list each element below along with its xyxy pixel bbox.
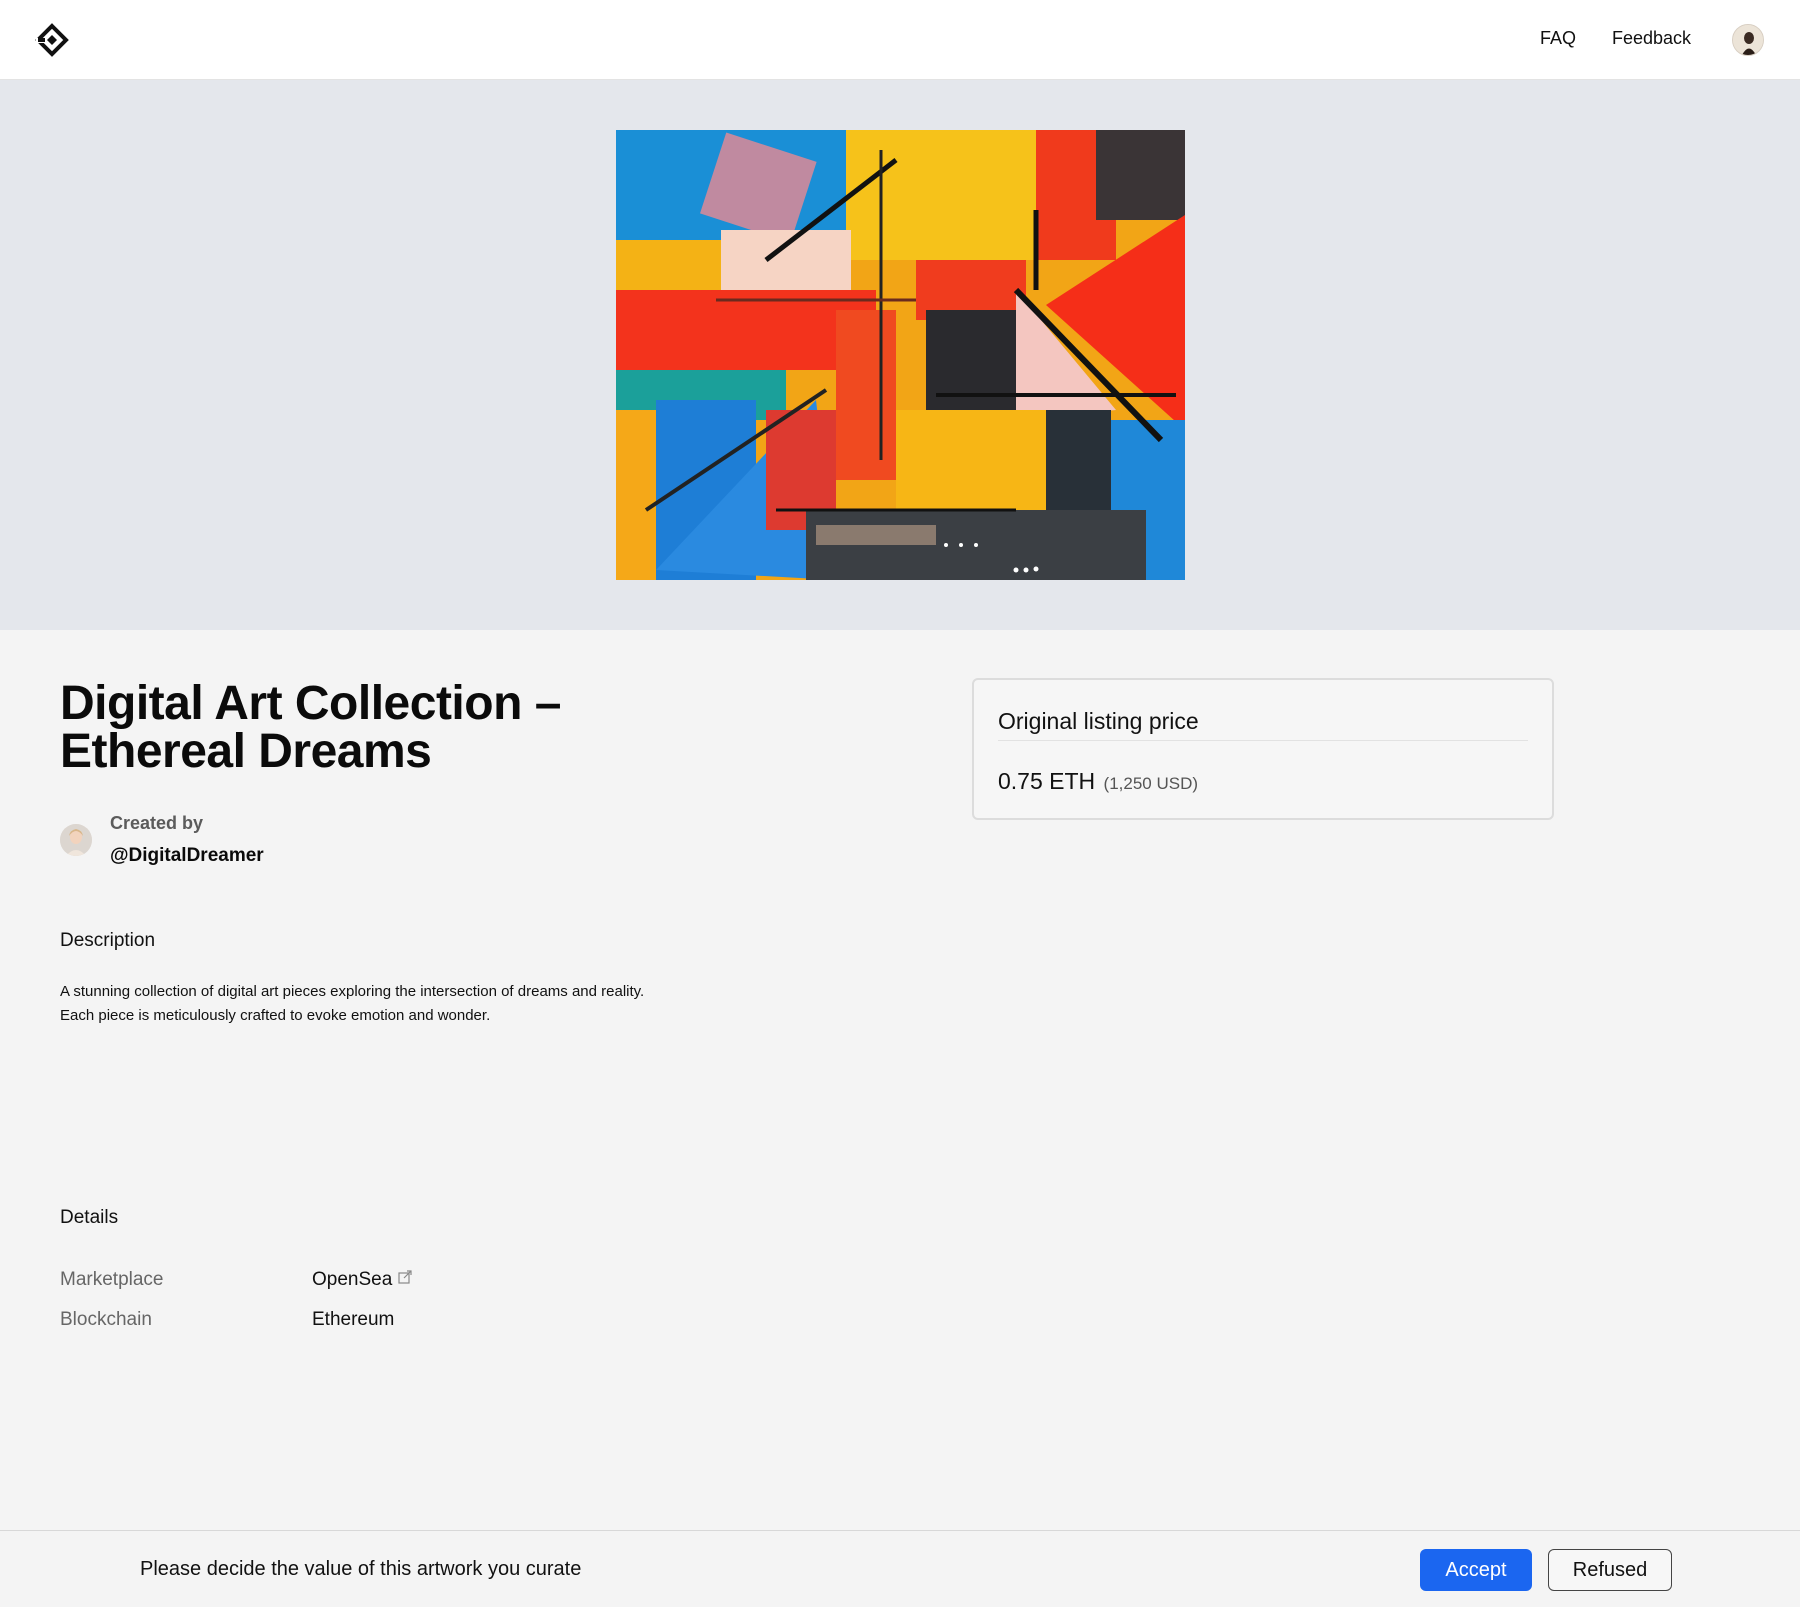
price-eth-value: 0.75 ETH	[998, 768, 1096, 794]
feedback-link[interactable]: Feedback	[1612, 28, 1691, 49]
creator-username[interactable]: @DigitalDreamer	[110, 845, 264, 867]
refuse-button[interactable]: Refused	[1548, 1549, 1672, 1591]
price-card-title: Original listing price	[998, 708, 1199, 734]
diamond-logo-icon[interactable]	[34, 22, 70, 58]
decision-bar: Please decide the value of this artwork …	[0, 1530, 1800, 1607]
top-nav-bar: FAQ Feedback	[0, 0, 1800, 80]
price-card: Original listing price 0.75 ETH (1,250 U…	[972, 678, 1554, 820]
description-text: A stunning collection of digital art pie…	[60, 983, 645, 1024]
price-card-divider	[998, 740, 1528, 741]
marketplace-link[interactable]: OpenSea	[312, 1269, 392, 1290]
faq-link[interactable]: FAQ	[1540, 28, 1576, 49]
creator-avatar[interactable]	[60, 824, 92, 856]
accept-button[interactable]: Accept	[1420, 1549, 1532, 1591]
description-heading: Description	[60, 930, 156, 951]
marketplace-value[interactable]: OpenSea	[312, 1269, 412, 1291]
user-avatar-icon[interactable]	[1732, 24, 1764, 56]
marketplace-label: Marketplace	[60, 1269, 164, 1290]
price-usd-value: (1,250 USD)	[1103, 774, 1199, 793]
artwork-hero	[0, 80, 1800, 630]
blockchain-value: Ethereum	[312, 1309, 395, 1330]
artwork-title: Digital Art Collection – Ethereal Dreams	[60, 677, 561, 778]
price-eth: 0.75 ETH (1,250 USD)	[998, 768, 1198, 795]
abstract-painting-image	[616, 130, 1185, 580]
external-link-icon[interactable]	[398, 1270, 412, 1284]
blockchain-label: Blockchain	[60, 1309, 152, 1330]
created-by-label: Created by	[110, 813, 204, 833]
decision-prompt: Please decide the value of this artwork …	[140, 1558, 582, 1580]
details-heading: Details	[60, 1207, 119, 1228]
